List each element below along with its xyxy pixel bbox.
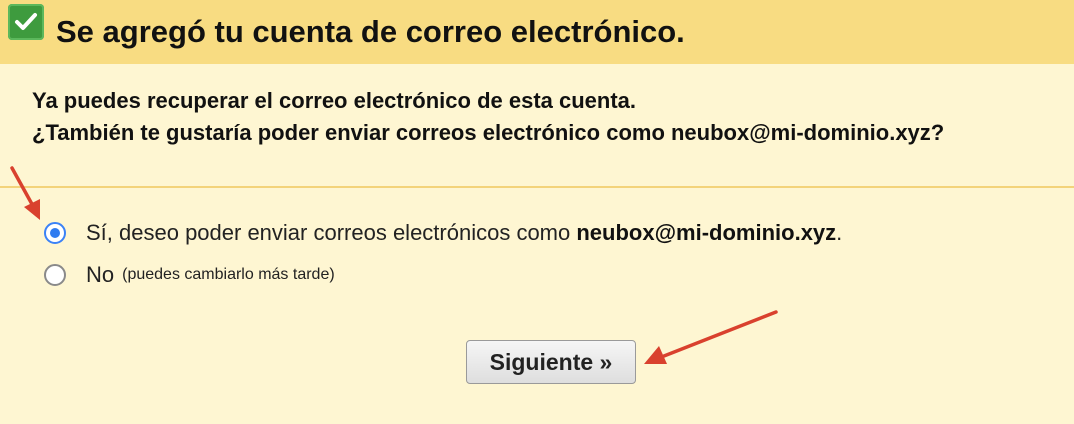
option-yes[interactable]: Sí, deseo poder enviar correos electróni…: [44, 220, 842, 246]
intro-text: Ya puedes recuperar el correo electrónic…: [32, 85, 1052, 149]
radio-yes[interactable]: [44, 222, 66, 244]
option-yes-text: Sí, deseo poder enviar correos electróni…: [86, 220, 577, 245]
checkbox-checked-icon: [8, 4, 44, 40]
arrow-to-next-icon: [644, 310, 778, 364]
option-no-note: (puedes cambiarlo más tarde): [122, 266, 335, 283]
option-yes-period: .: [836, 220, 843, 245]
intro-line-1: Ya puedes recuperar el correo electrónic…: [32, 88, 637, 113]
next-button[interactable]: Siguiente »: [466, 340, 636, 384]
option-no-label: No: [86, 262, 115, 287]
arrow-to-yes-icon: [10, 166, 40, 220]
option-yes-label: Sí, deseo poder enviar correos electróni…: [86, 220, 842, 246]
radio-no[interactable]: [44, 264, 66, 286]
success-banner: Se agregó tu cuenta de correo electrónic…: [0, 0, 1074, 64]
divider: [0, 186, 1074, 188]
option-no[interactable]: No (puedes cambiarlo más tarde): [44, 262, 335, 288]
intro-line-2: ¿También te gustaría poder enviar correo…: [32, 120, 945, 145]
option-yes-email: neubox@mi-dominio.xyz: [576, 220, 837, 245]
banner-title: Se agregó tu cuenta de correo electrónic…: [56, 14, 685, 49]
